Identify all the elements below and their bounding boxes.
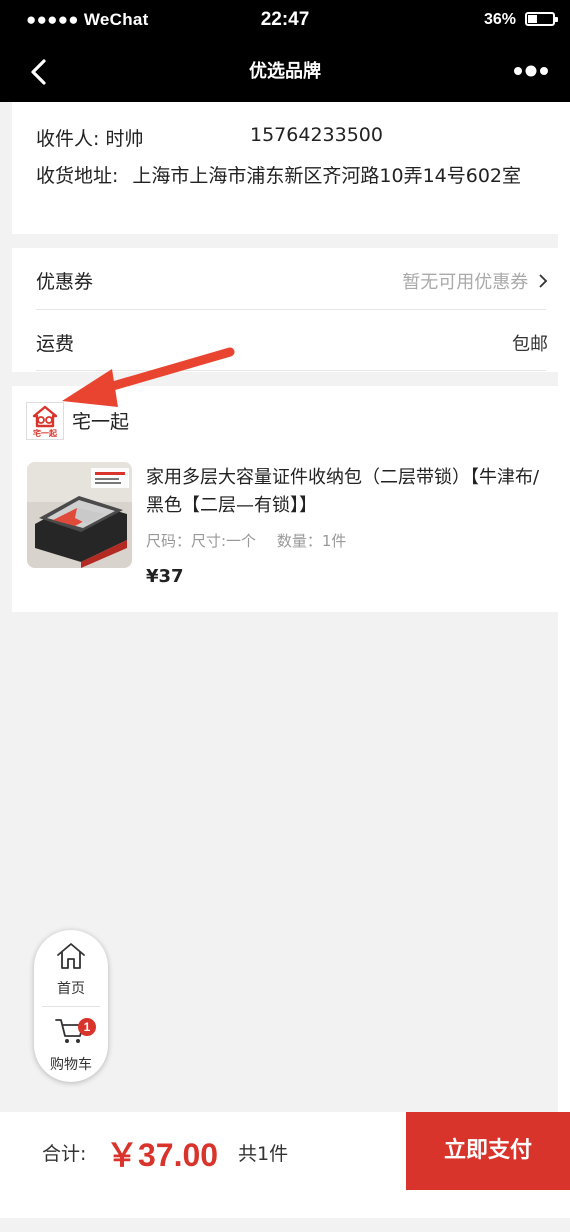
shop-logo[interactable]: 宅一起 — [26, 402, 64, 440]
more-dots-icon[interactable] — [510, 60, 556, 82]
floating-menu: 首页 1 购物车 — [34, 930, 108, 1082]
recipient-phone: 15764233500 — [250, 124, 383, 146]
coupon-row[interactable]: 优惠券 暂无可用优惠券 — [12, 248, 558, 310]
nav-bar: 优选品牌 — [0, 40, 570, 102]
divider — [36, 370, 546, 371]
battery-percent: 36% — [483, 11, 516, 28]
address-row: 收货地址: 上海市上海市浦东新区齐河路10弄14号602室 — [36, 164, 550, 189]
total-amount: ￥37.00 — [106, 1137, 219, 1173]
status-bar: ●●●●● WeChat 22:47 36% — [0, 0, 570, 40]
home-label[interactable]: 首页 — [34, 978, 108, 998]
chevron-right-icon — [538, 273, 548, 294]
recipient-row: 收件人: 时帅 — [36, 124, 143, 151]
product-quantity: 数量：1件 — [276, 532, 347, 550]
product-title[interactable]: 家用多层大容量证件收纳包（二层带锁）【牛津布/黑色【二层—有锁】】 — [146, 464, 541, 520]
address-card[interactable]: 收件人: 时帅 15764233500 收货地址: 上海市上海市浦东新区齐河路10… — [12, 102, 558, 234]
battery-icon — [525, 12, 558, 26]
product-spec: 尺码：尺寸:一个 数量：1件 — [146, 530, 362, 551]
recipient-name: 时帅 — [105, 128, 144, 150]
shop-logo-text: 宅一起 — [33, 429, 57, 438]
pay-button[interactable]: 立即支付 — [406, 1112, 570, 1190]
shipping-label: 运费 — [36, 333, 75, 355]
cart-label[interactable]: 购物车 — [34, 1054, 108, 1074]
coupon-shipping-card: 优惠券 暂无可用优惠券 运费 包邮 — [12, 248, 558, 372]
coupon-value: 暂无可用优惠券 — [402, 272, 529, 293]
shop-card: 宅一起 宅一起 家用多层大容量证件收纳包（二层带锁）【牛津布/黑色【二层—有锁】… — [12, 386, 558, 612]
home-icon[interactable] — [55, 940, 87, 972]
total-count: 共1件 — [238, 1143, 289, 1165]
page-edge — [558, 102, 570, 1232]
coupon-value-wrap: 暂无可用优惠券 — [402, 268, 548, 294]
coupon-label: 优惠券 — [36, 271, 94, 293]
address-label: 收货地址: — [36, 165, 119, 187]
divider — [42, 1006, 100, 1007]
bottom-strip — [0, 1218, 570, 1232]
cart-badge: 1 — [78, 1018, 96, 1036]
checkout-bar: 合计: ￥37.00 共1件 立即支付 — [0, 1112, 570, 1218]
product-price: ¥37 — [146, 566, 184, 587]
product-size: 尺码：尺寸:一个 — [146, 532, 257, 550]
recipient-label: 收件人: — [36, 128, 100, 150]
total-label: 合计: — [42, 1143, 87, 1165]
shipping-row: 运费 包邮 — [12, 310, 558, 372]
address-text: 上海市上海市浦东新区齐河路10弄14号602室 — [132, 165, 522, 187]
product-image[interactable] — [27, 462, 132, 568]
shop-name[interactable]: 宅一起 — [72, 407, 129, 434]
page-title: 优选品牌 — [249, 61, 321, 82]
shipping-value: 包邮 — [512, 334, 548, 355]
